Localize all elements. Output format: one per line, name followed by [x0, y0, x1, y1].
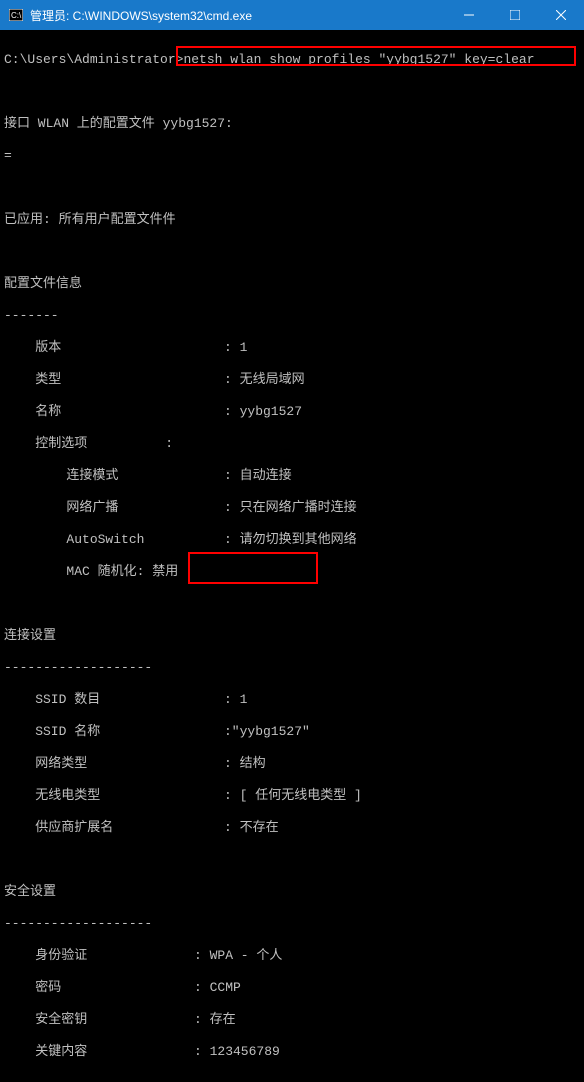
ssid-name-value: :"yybg1527": [224, 724, 310, 740]
type-label: 类型: [4, 372, 224, 388]
auth-label: 身份验证: [4, 948, 194, 964]
net-bcast-label: 网络广播: [4, 500, 224, 516]
conn-mode-value: : 自动连接: [224, 468, 292, 484]
keycontent-label: 关键内容: [4, 1044, 194, 1060]
ctrl-label: 控制选项 :: [4, 436, 580, 452]
cmd-icon: C:\: [8, 7, 24, 23]
ssid-name-label: SSID 名称: [4, 724, 224, 740]
terminal-output[interactable]: C:\Users\Administrator>netsh wlan show p…: [0, 30, 584, 1082]
ssid-count-value: : 1: [224, 692, 247, 708]
autoswitch-value: : 请勿切换到其他网络: [224, 532, 357, 548]
header-separator: =: [4, 148, 580, 164]
seckey-label: 安全密钥: [4, 1012, 194, 1028]
separator: -------------------: [4, 916, 580, 932]
maximize-button[interactable]: [492, 0, 538, 30]
seckey-value: : 存在: [194, 1012, 236, 1028]
applied-line: 已应用: 所有用户配置文件件: [4, 212, 580, 228]
keycontent-value: : 123456789: [194, 1044, 280, 1060]
name-label: 名称: [4, 404, 224, 420]
radio-value: : [ 任何无线电类型 ]: [224, 788, 362, 804]
command-text: netsh wlan show profiles "yybg1527" key=…: [183, 52, 534, 67]
vendor-value: : 不存在: [224, 820, 279, 836]
auth-value: : WPA - 个人: [194, 948, 282, 964]
radio-label: 无线电类型: [4, 788, 224, 804]
svg-text:C:\: C:\: [11, 11, 22, 20]
window-titlebar: C:\ 管理员: C:\WINDOWS\system32\cmd.exe: [0, 0, 584, 30]
ssid-count-label: SSID 数目: [4, 692, 224, 708]
version-value: : 1: [224, 340, 247, 356]
section-conn-settings: 连接设置: [4, 628, 580, 644]
close-button[interactable]: [538, 0, 584, 30]
net-type-value: : 结构: [224, 756, 266, 772]
mac-label: MAC 随机化: 禁用: [4, 564, 580, 580]
cipher-label: 密码: [4, 980, 194, 996]
cipher-value: : CCMP: [194, 980, 241, 996]
header-line: 接口 WLAN 上的配置文件 yybg1527:: [4, 116, 580, 132]
separator: -------------------: [4, 660, 580, 676]
minimize-button[interactable]: [446, 0, 492, 30]
net-bcast-value: : 只在网络广播时连接: [224, 500, 357, 516]
autoswitch-label: AutoSwitch: [4, 532, 224, 548]
version-label: 版本: [4, 340, 224, 356]
section-security-settings: 安全设置: [4, 884, 580, 900]
conn-mode-label: 连接模式: [4, 468, 224, 484]
vendor-label: 供应商扩展名: [4, 820, 224, 836]
window-title: 管理员: C:\WINDOWS\system32\cmd.exe: [30, 7, 252, 24]
name-value: : yybg1527: [224, 404, 302, 420]
type-value: : 无线局域网: [224, 372, 305, 388]
net-type-label: 网络类型: [4, 756, 224, 772]
separator: -------: [4, 308, 580, 324]
section-profile-info: 配置文件信息: [4, 276, 580, 292]
prompt-path: C:\Users\Administrator>: [4, 52, 183, 67]
